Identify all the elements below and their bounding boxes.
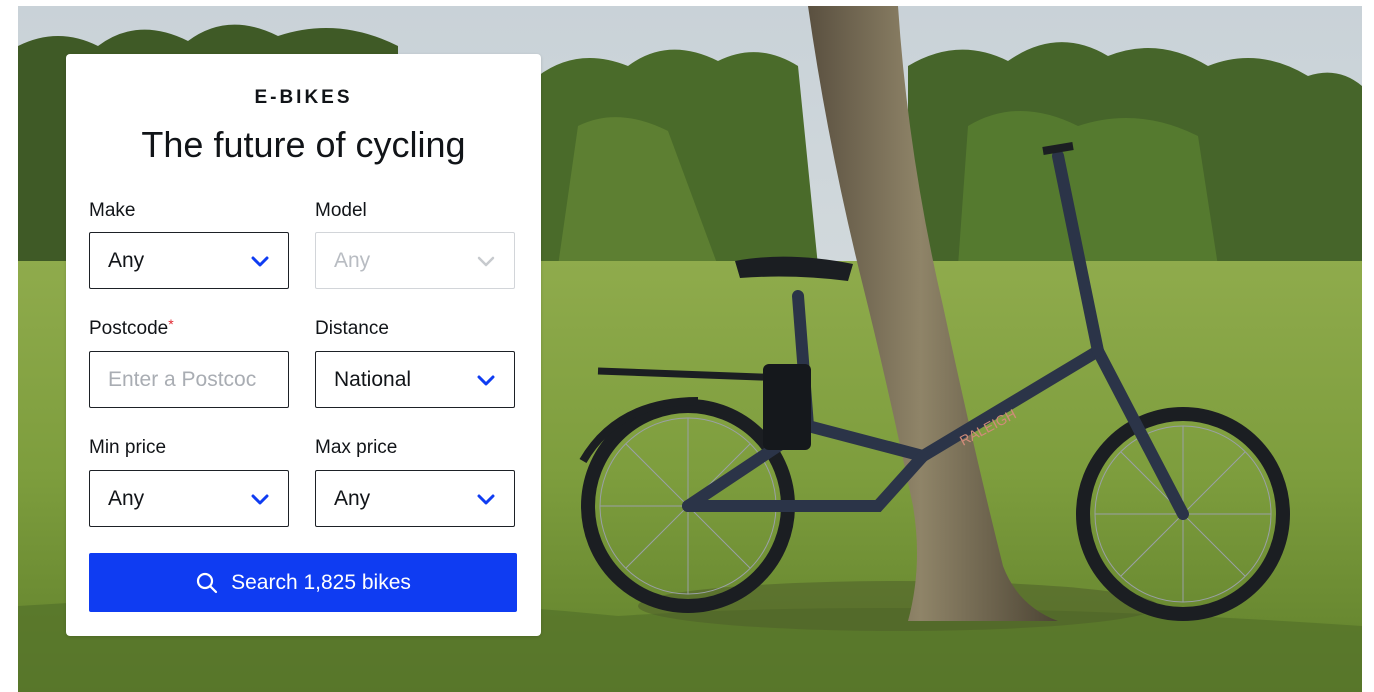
headline: The future of cycling [141,124,466,165]
distance-value: National [334,368,412,391]
max-price-label: Max price [315,437,398,458]
category-eyebrow: E-BIKES [254,87,353,108]
search-button-label: Search 1,825 bikes [231,570,411,594]
chevron-down-icon [251,256,269,267]
max-price-select[interactable]: Any [315,470,515,527]
chevron-down-icon [477,375,495,386]
model-select[interactable]: Any [315,232,515,289]
model-label: Model [315,200,367,221]
min-price-select[interactable]: Any [89,470,289,527]
min-price-value: Any [108,487,145,510]
required-marker: * [168,316,174,332]
search-button[interactable]: Search 1,825 bikes [89,553,517,612]
model-value: Any [334,249,371,272]
search-icon [196,572,218,593]
chevron-down-icon [477,494,495,505]
chevron-down-icon [477,256,495,267]
distance-label: Distance [315,318,389,339]
postcode-placeholder: Enter a Postcoc [108,368,257,391]
postcode-input[interactable]: Enter a Postcoc [89,351,289,408]
postcode-label: Postcode* [89,316,174,340]
min-price-label: Min price [89,437,167,458]
search-card: E-BIKES The future of cycling Make Model… [66,54,541,636]
chevron-down-icon [251,494,269,505]
make-select[interactable]: Any [89,232,289,289]
make-value: Any [108,249,145,272]
postcode-label-text: Postcode [89,318,169,339]
distance-select[interactable]: National [315,351,515,408]
max-price-value: Any [334,487,371,510]
make-label: Make [89,200,136,221]
